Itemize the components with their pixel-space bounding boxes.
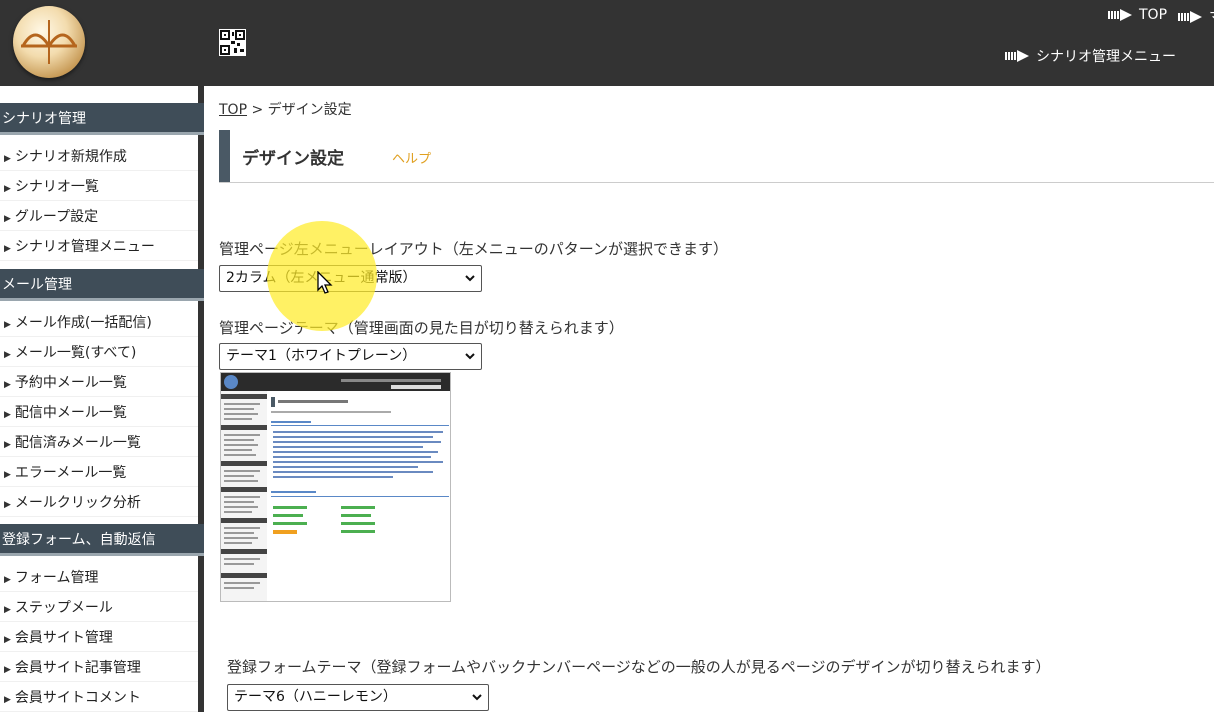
admin-theme-label: 管理ページテーマ（管理画面の見た目が切り替えられます） [219,319,624,337]
sidebar-item-label[interactable]: グループ設定 [15,209,98,225]
sidebar-item-mail-click-analysis[interactable]: ▶ メールクリック分析 [0,489,198,517]
sidebar-item-form-management[interactable]: ▶ フォーム管理 [0,564,198,592]
admin-theme-select[interactable]: テーマ1（ホワイトプレーン） [219,343,482,370]
admin-theme-value: テーマ1（ホワイトプレーン） [226,348,417,364]
sidebar-item-scenario-menu[interactable]: ▶ シナリオ管理メニュー [0,233,198,261]
page-title-box: デザイン設定 ヘルプ [219,130,1214,183]
triangle-right-icon: ▶ [4,350,11,360]
sidebar-section-mail: メール管理 [0,269,204,301]
sidebar-item-label[interactable]: 予約中メール一覧 [15,375,127,391]
form-theme-select[interactable]: テーマ6（ハニーレモン） [227,684,489,711]
top-link-2-label[interactable]: マ [1209,7,1214,27]
sidebar-item-scenario-list[interactable]: ▶ シナリオ一覧 [0,173,198,201]
scenario-menu-link-label[interactable]: シナリオ管理メニュー [1036,46,1176,66]
top-link-2[interactable]: マ [1178,7,1214,27]
form-theme-label: 登録フォームテーマ（登録フォームやバックナンバーページなどの一般の人が見るページ… [227,658,1051,676]
triangle-right-icon: ▶ [4,244,11,254]
header-bar: TOP マ シナリオ管理メニュー [0,0,1214,86]
scenario-menu-link[interactable]: シナリオ管理メニュー [1005,46,1176,66]
triangle-right-icon: ▶ [4,470,11,480]
form-theme-value: テーマ6（ハニーレモン） [234,689,397,705]
sidebar-item-label[interactable]: エラーメール一覧 [15,465,126,481]
sidebar-item-mail-create[interactable]: ▶ メール作成(一括配信) [0,309,198,337]
triangle-right-icon: ▶ [4,320,11,330]
theme-preview-image [220,372,451,602]
sidebar-item-label[interactable]: 会員サイト管理 [15,630,113,646]
sidebar-item-label[interactable]: シナリオ一覧 [15,179,99,195]
top-link[interactable]: TOP [1108,7,1167,23]
triangle-right-icon: ▶ [4,575,11,585]
chevron-down-icon [472,694,482,701]
sidebar-item-label[interactable]: フォーム管理 [15,570,99,586]
help-link[interactable]: ヘルプ [392,148,431,167]
sidebar: シナリオ管理 ▶ シナリオ新規作成 ▶ シナリオ一覧 ▶ グループ設定 ▶ シナリオ管理… [0,86,204,712]
sidebar-item-mail-sending[interactable]: ▶ 配信中メール一覧 [0,399,198,427]
chevron-down-icon [465,275,475,282]
triangle-right-icon: ▶ [4,440,11,450]
sidebar-item-mail-list[interactable]: ▶ メール一覧(すべて) [0,339,198,367]
title-accent-bar [219,130,230,182]
triangle-right-icon: ▶ [4,605,11,615]
triangle-right-icon: ▶ [4,665,11,675]
sidebar-item-label[interactable]: 配信済みメール一覧 [15,435,141,451]
chevron-down-icon [465,353,475,360]
triangle-right-icon: ▶ [4,214,11,224]
sidebar-item-label[interactable]: メール一覧(すべて) [15,345,136,361]
triangle-right-icon: ▶ [4,380,11,390]
sidebar-section-scenario: シナリオ管理 [0,103,204,135]
sidebar-item-member-comments[interactable]: ▶ 会員サイトコメント [0,684,198,712]
triangle-right-icon: ▶ [4,500,11,510]
sidebar-item-label[interactable]: 会員サイト記事管理 [15,660,141,676]
logo-icon[interactable] [13,6,85,78]
triangle-right-icon: ▶ [4,410,11,420]
sidebar-item-member-site[interactable]: ▶ 会員サイト管理 [0,624,198,652]
triangle-right-icon: ▶ [4,184,11,194]
sidebar-item-label[interactable]: シナリオ新規作成 [15,149,127,165]
sidebar-section-forms: 登録フォーム、自動返信 [0,524,204,556]
sidebar-item-label[interactable]: ステップメール [15,600,113,616]
breadcrumb-current: デザイン設定 [267,102,352,118]
sidebar-item-label[interactable]: 会員サイトコメント [15,690,141,706]
sidebar-item-label[interactable]: 配信中メール一覧 [15,405,127,421]
breadcrumb-top-link[interactable]: TOP [219,102,247,118]
sidebar-item-member-articles[interactable]: ▶ 会員サイト記事管理 [0,654,198,682]
triangle-right-icon: ▶ [4,635,11,645]
left-menu-layout-select[interactable]: 2カラム（左メニュー通常版） [219,265,482,292]
left-menu-layout-value: 2カラム（左メニュー通常版） [226,270,417,286]
sidebar-item-label[interactable]: シナリオ管理メニュー [15,239,155,255]
top-link-label[interactable]: TOP [1139,7,1167,23]
arrow-right-icon [1108,9,1132,21]
sidebar-item-mail-scheduled[interactable]: ▶ 予約中メール一覧 [0,369,198,397]
qr-code-icon[interactable] [219,29,246,56]
sidebar-item-mail-error[interactable]: ▶ エラーメール一覧 [0,459,198,487]
breadcrumb-separator: > [251,102,264,118]
arrow-right-icon [1005,50,1029,62]
breadcrumb: TOP > デザイン設定 [219,99,352,119]
sidebar-item-mail-sent[interactable]: ▶ 配信済みメール一覧 [0,429,198,457]
sidebar-item-label[interactable]: メールクリック分析 [15,495,141,511]
sidebar-item-step-mail[interactable]: ▶ ステップメール [0,594,198,622]
sidebar-item-scenario-new[interactable]: ▶ シナリオ新規作成 [0,143,198,171]
sidebar-item-group-settings[interactable]: ▶ グループ設定 [0,203,198,231]
arrow-right-icon [1178,11,1202,23]
triangle-right-icon: ▶ [4,154,11,164]
triangle-right-icon: ▶ [4,695,11,705]
sidebar-item-label[interactable]: メール作成(一括配信) [15,315,152,331]
left-menu-layout-label: 管理ページ左メニューレイアウト（左メニューのパターンが選択できます） [219,240,728,258]
page-title: デザイン設定 [242,149,344,169]
